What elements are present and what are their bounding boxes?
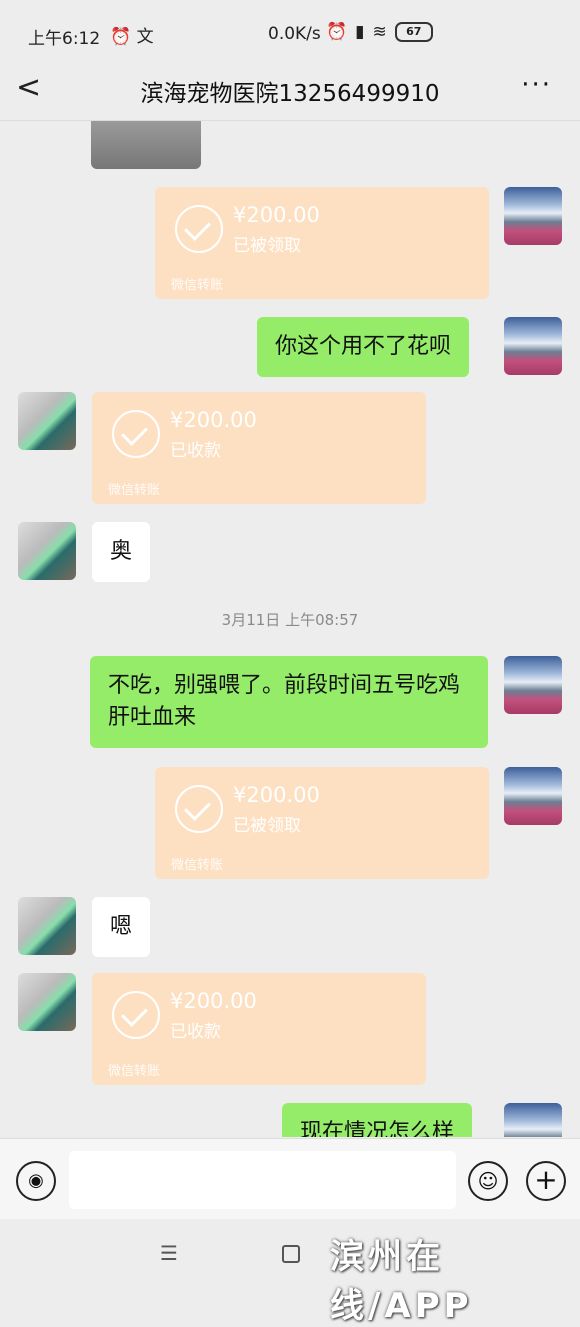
wifi-icon: ≋ — [372, 22, 387, 42]
transfer-card[interactable]: ¥200.00 已收款 微信转账 — [92, 973, 426, 1085]
transfer-footer: 微信转账 — [108, 1064, 161, 1079]
check-icon — [175, 205, 223, 253]
avatar-contact[interactable] — [18, 897, 76, 955]
chat-header: < 滨海宠物医院13256499910 ··· — [0, 64, 580, 121]
status-bar: 上午6:12 ⏰ 文 0.0K/s ⏰ ▮ ≋ 67 — [0, 0, 580, 64]
transfer-card[interactable]: ¥200.00 已被领取 微信转账 — [155, 187, 489, 299]
avatar-contact[interactable] — [18, 522, 76, 580]
plus-icon[interactable]: + — [526, 1161, 566, 1201]
voice-icon[interactable]: ◉ — [16, 1161, 56, 1201]
transfer-card[interactable]: ¥200.00 已被领取 微信转账 — [155, 767, 489, 879]
transfer-amount: ¥200.00 — [170, 408, 257, 432]
chat-area[interactable]: ¥200.00 已被领取 微信转账 你这个用不了花呗 ¥200.00 已收款 微… — [0, 121, 580, 1137]
battery-indicator: 67 — [394, 22, 433, 42]
transfer-amount: ¥200.00 — [233, 203, 320, 227]
alarm-icon: ⏰ 文 — [110, 27, 154, 47]
transfer-amount: ¥200.00 — [170, 989, 257, 1013]
more-icon[interactable]: ··· — [521, 70, 552, 100]
home-icon[interactable] — [282, 1245, 300, 1263]
menu-icon[interactable]: ☰ — [160, 1241, 178, 1265]
transfer-status: 已收款 — [170, 1022, 221, 1042]
message-timestamp: 3月11日 上午08:57 — [221, 611, 359, 629]
alarm-clock-icon: ⏰ — [326, 22, 348, 42]
network-speed: 0.0K/s — [268, 24, 321, 44]
image-message[interactable] — [91, 121, 201, 169]
avatar-self[interactable] — [504, 767, 562, 825]
transfer-status: 已被领取 — [233, 236, 301, 256]
watermark: 滨州在线/APP — [330, 1237, 473, 1326]
message-bubble[interactable]: 不吃，别强喂了。前段时间五号吃鸡肝吐血来 — [90, 656, 488, 748]
transfer-status: 已收款 — [170, 441, 221, 461]
transfer-footer: 微信转账 — [108, 483, 161, 498]
transfer-footer: 微信转账 — [171, 858, 224, 873]
check-icon — [112, 991, 160, 1039]
message-input[interactable] — [69, 1151, 456, 1209]
check-icon — [175, 785, 223, 833]
status-icons: ⏰ ▮ ≋ 67 — [326, 22, 433, 42]
message-bubble[interactable]: 嗯 — [92, 897, 151, 957]
emoji-icon[interactable]: ☺ — [468, 1161, 508, 1201]
avatar-self[interactable] — [504, 656, 562, 714]
transfer-card[interactable]: ¥200.00 已收款 微信转账 — [92, 392, 426, 504]
transfer-status: 已被领取 — [233, 816, 301, 836]
avatar-contact[interactable] — [18, 973, 76, 1031]
message-bubble[interactable]: 奥 — [92, 522, 151, 582]
avatar-self[interactable] — [504, 317, 562, 375]
signal-icon: ▮ — [355, 22, 365, 42]
message-bubble[interactable]: 现在情况怎么样 — [282, 1103, 473, 1137]
chat-title: 滨海宠物医院13256499910 — [140, 81, 440, 107]
avatar-self[interactable] — [504, 1103, 562, 1137]
check-icon — [112, 410, 160, 458]
system-nav-bar: ☰ 滨州在线/APP — [0, 1219, 580, 1326]
transfer-footer: 微信转账 — [171, 278, 224, 293]
status-time: 上午6:12 — [28, 29, 101, 49]
avatar-contact[interactable] — [18, 392, 76, 450]
message-bubble[interactable]: 你这个用不了花呗 — [257, 317, 470, 377]
transfer-amount: ¥200.00 — [233, 783, 320, 807]
input-bar: ◉ ☺ + — [0, 1138, 580, 1219]
avatar-self[interactable] — [504, 187, 562, 245]
